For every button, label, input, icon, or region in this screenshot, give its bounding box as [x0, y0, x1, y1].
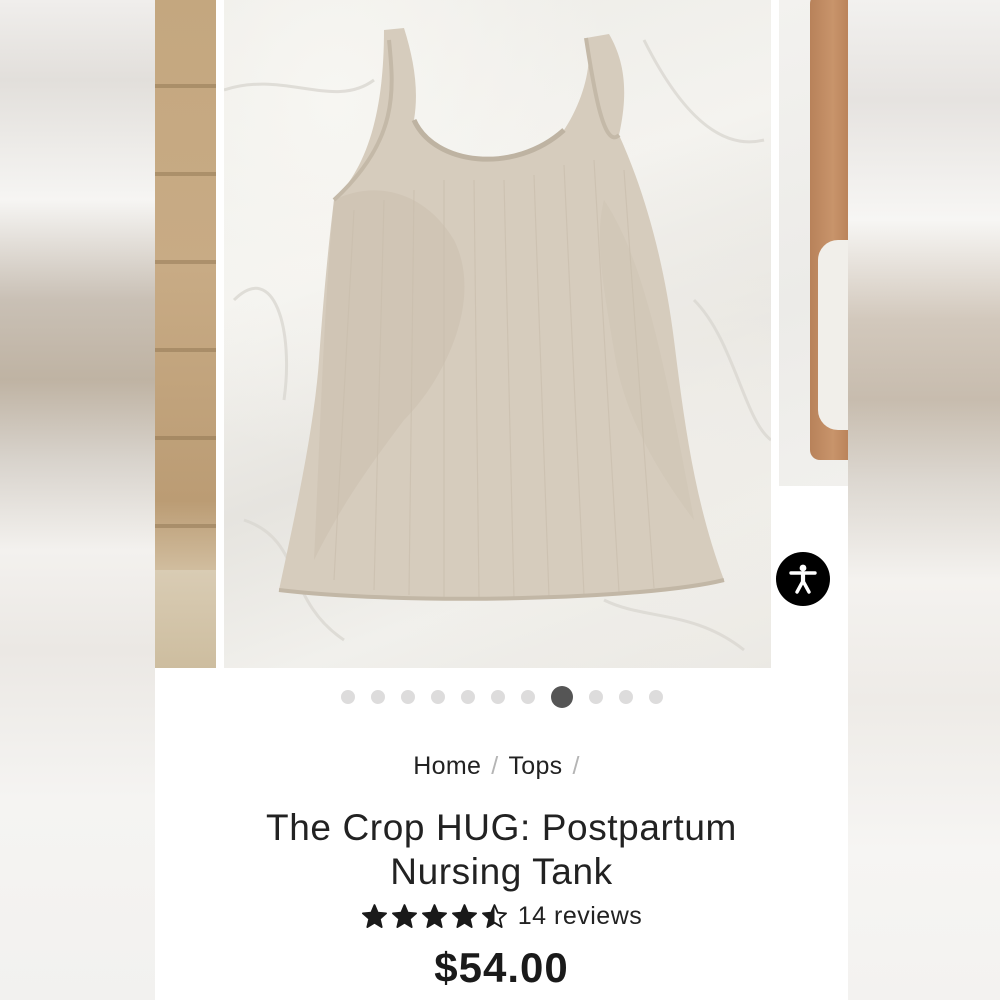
pagination-dot[interactable] — [520, 690, 535, 704]
pagination-dot[interactable] — [460, 690, 475, 704]
pagination-dot[interactable] — [400, 690, 415, 704]
pagination-dot[interactable] — [340, 690, 355, 704]
star-icon — [361, 904, 387, 928]
star-icon — [481, 904, 507, 928]
accessibility-icon — [789, 564, 817, 594]
breadcrumb-separator: / — [572, 752, 580, 780]
gallery-slide-current[interactable] — [224, 0, 771, 668]
gallery-slide-next[interactable] — [779, 0, 848, 486]
background-blur-right — [845, 0, 1000, 1000]
breadcrumb-separator: / — [491, 752, 499, 780]
product-title-line-2: Nursing Tank — [390, 851, 613, 892]
gallery-slide-previous[interactable] — [155, 0, 216, 668]
pagination-dot[interactable] — [648, 690, 663, 704]
star-icon — [391, 904, 417, 928]
breadcrumb-home[interactable]: Home — [413, 752, 481, 780]
product-title: The Crop HUG: Postpartum Nursing Tank — [155, 806, 848, 894]
pagination-dot-active[interactable] — [550, 686, 573, 708]
tank-top-photo — [224, 28, 771, 652]
star-icon — [421, 904, 447, 928]
background-blur-left — [0, 0, 155, 1000]
pagination-dot[interactable] — [430, 690, 445, 704]
gallery-pagination — [155, 686, 848, 708]
breadcrumb: Home / Tops / — [155, 752, 848, 781]
product-rating[interactable]: 14 reviews — [155, 902, 848, 931]
product-price: $54.00 — [434, 944, 569, 991]
pagination-dot[interactable] — [588, 690, 603, 704]
pagination-dot[interactable] — [618, 690, 633, 704]
pagination-dot[interactable] — [370, 690, 385, 704]
star-icon — [451, 904, 477, 928]
reviews-link[interactable]: 14 reviews — [518, 902, 643, 931]
sheet-gap — [818, 240, 848, 430]
image-gallery[interactable] — [155, 0, 848, 668]
product-page: Home / Tops / The Crop HUG: Postpartum Nurs… — [155, 0, 848, 1000]
accessibility-button[interactable] — [776, 552, 830, 606]
breadcrumb-tops[interactable]: Tops — [508, 752, 562, 780]
pagination-dot[interactable] — [490, 690, 505, 704]
star-rating — [361, 903, 508, 930]
product-title-line-1: The Crop HUG: Postpartum — [266, 807, 737, 848]
